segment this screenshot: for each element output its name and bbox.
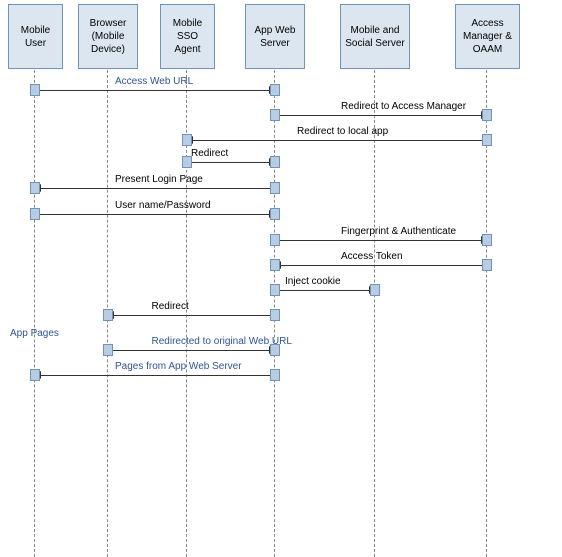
activation-msg3-0: [482, 134, 492, 146]
arrow-label-msg5: Present Login Page: [115, 174, 203, 185]
activation-msg5-0: [270, 182, 280, 194]
activation-msg13-1: [30, 369, 40, 381]
lifeline-mobile-social: [374, 70, 375, 557]
activation-msg1-0: [30, 84, 40, 96]
actor-mobile-user: MobileUser: [8, 4, 63, 69]
arrow-line-msg13: [40, 375, 270, 376]
arrow-line-msg8: [280, 265, 482, 266]
activation-msg3-1: [182, 134, 192, 146]
arrow-line-msg7: [280, 240, 482, 241]
activation-msg4-1: [270, 156, 280, 168]
actor-appweb: App WebServer: [245, 4, 305, 69]
arrow-line-msg1: [40, 90, 270, 91]
arrow-line-msg6: [40, 214, 270, 215]
arrow-line-msg9: [280, 290, 370, 291]
activation-msg9-1: [370, 284, 380, 296]
arrow-label-msg11: App Pages: [10, 328, 59, 339]
arrow-label-msg10: Redirect: [152, 301, 189, 312]
sequence-diagram: MobileUser Browser(MobileDevice) MobileSSO…: [0, 0, 562, 557]
arrow-label-msg7: Fingerprint & Authenticate: [341, 226, 456, 237]
activation-msg1-1: [270, 84, 280, 96]
arrow-line-msg10: [113, 315, 270, 316]
activation-msg8-1: [270, 259, 280, 271]
arrow-label-msg4: Redirect: [191, 148, 228, 159]
actor-mobile-social: Mobile andSocial Server: [340, 4, 410, 69]
activation-msg12-0: [103, 344, 113, 356]
activation-msg13-0: [270, 369, 280, 381]
actor-access-manager: AccessManager &OAAM: [455, 4, 520, 69]
activation-msg8-0: [482, 259, 492, 271]
activation-msg10-0: [270, 309, 280, 321]
activation-msg5-1: [30, 182, 40, 194]
activation-msg10-1: [103, 309, 113, 321]
activation-msg7-1: [482, 234, 492, 246]
activation-msg2-0: [270, 109, 280, 121]
activation-msg9-0: [270, 284, 280, 296]
arrow-line-msg4: [192, 162, 270, 163]
lifeline-mobile-user: [34, 70, 35, 557]
arrow-label-msg13: Pages from App Web Server: [115, 361, 242, 372]
arrow-label-msg6: User name/Password: [115, 200, 211, 211]
activation-msg7-0: [270, 234, 280, 246]
activation-msg6-1: [270, 208, 280, 220]
arrow-label-msg12: Redirected to original Web URL: [152, 336, 292, 347]
arrow-label-msg9: Inject cookie: [285, 276, 341, 287]
actor-browser: Browser(MobileDevice): [78, 4, 138, 69]
arrow-label-msg3: Redirect to local app: [297, 126, 388, 137]
arrow-line-msg5: [40, 188, 270, 189]
arrow-line-msg3: [192, 140, 482, 141]
activation-msg2-1: [482, 109, 492, 121]
actor-sso: MobileSSOAgent: [160, 4, 215, 69]
activation-msg6-0: [30, 208, 40, 220]
arrow-label-msg8: Access Token: [341, 251, 403, 262]
arrow-line-msg2: [280, 115, 482, 116]
arrow-line-msg12: [113, 350, 270, 351]
arrow-label-msg1: Access Web URL: [115, 76, 193, 87]
arrow-label-msg2: Redirect to Access Manager: [341, 101, 466, 112]
